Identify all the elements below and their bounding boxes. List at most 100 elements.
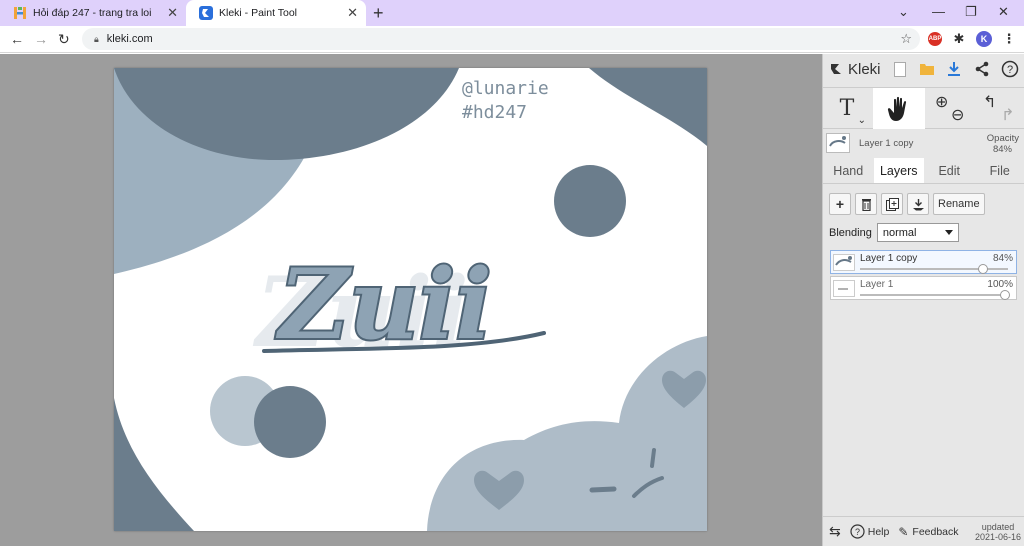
kleki-logo-icon xyxy=(831,64,841,74)
layer-opacity-slider-handle[interactable] xyxy=(977,264,988,274)
sidebar-tabs: Hand Layers Edit File xyxy=(823,158,1024,184)
merge-down-button[interactable] xyxy=(907,193,929,215)
url-text: kleki.com xyxy=(106,33,153,45)
new-tab-icon[interactable]: + xyxy=(373,3,384,24)
zoom-buttons: ⊕ ⊖ xyxy=(927,88,973,128)
kleki-favicon-icon xyxy=(199,6,213,20)
updated-date: 2021-06-16 xyxy=(974,531,1021,542)
undo-redo-buttons: ↰ ↱ xyxy=(975,88,1023,128)
logo-text: Kleki xyxy=(848,60,881,78)
duplicate-layer-button[interactable] xyxy=(881,193,903,215)
close-icon[interactable]: ✕ xyxy=(167,6,178,19)
chevron-down-icon[interactable]: ⌄ xyxy=(898,4,909,20)
undo-icon[interactable]: ↰ xyxy=(983,92,996,112)
help-label: Help xyxy=(867,525,890,538)
drawing-canvas[interactable]: @lunarie #hd247 Zuii Zuii xyxy=(114,68,707,531)
layer-opacity: 100% xyxy=(987,279,1013,290)
chevron-down-icon: ⌄ xyxy=(857,115,866,126)
hoidap-favicon-icon xyxy=(13,6,27,20)
layer-buttons: + Rename xyxy=(829,193,985,215)
bookmark-star-icon[interactable]: ☆ xyxy=(900,31,912,47)
browser-tab-hoidap[interactable]: Hỏi đáp 247 - trang tra loi ✕ xyxy=(0,0,186,26)
opacity-value: 84% xyxy=(992,144,1012,155)
layer-item-layer-1-copy[interactable]: Layer 1 copy 84% xyxy=(830,250,1017,274)
tool-row: T ⌄ ⊕ ⊖ ↰ ↱ xyxy=(823,87,1024,129)
help-icon[interactable]: ? xyxy=(1000,59,1020,79)
kleki-sidebar: Kleki ? T ⌄ ⊕ ⊖ ↰ ↱ Layer 1 copy Opacity… xyxy=(822,54,1024,546)
opacity-label: Opacity xyxy=(986,133,1019,144)
layer-opacity-slider[interactable] xyxy=(860,294,1008,296)
text-tool-button[interactable]: T ⌄ xyxy=(823,88,871,128)
browser-tab-title: Kleki - Paint Tool xyxy=(219,7,298,19)
browser-menu-icon[interactable]: ⋮ xyxy=(1002,31,1016,46)
layer-item-layer-1[interactable]: Layer 1 100% xyxy=(830,276,1017,300)
cloud-bottom-right xyxy=(427,336,707,531)
adblock-icon[interactable]: ABP xyxy=(928,32,942,46)
kleki-logo[interactable]: Kleki xyxy=(828,60,881,78)
layer-name: Layer 1 copy xyxy=(860,253,918,264)
blending-label: Blending xyxy=(829,226,872,239)
share-icon[interactable] xyxy=(972,59,992,79)
watermark-tag: #hd247 xyxy=(462,102,527,123)
new-image-icon[interactable] xyxy=(890,59,910,79)
svg-text:?: ? xyxy=(1007,64,1013,76)
text-tool-icon: T xyxy=(839,95,855,121)
redo-icon[interactable]: ↱ xyxy=(1001,105,1014,125)
reload-icon[interactable]: ↻ xyxy=(58,31,70,48)
feedback-pencil-icon: ✎ xyxy=(898,524,909,539)
tab-hand[interactable]: Hand xyxy=(823,158,874,183)
close-icon[interactable]: ✕ xyxy=(347,6,358,19)
open-folder-icon[interactable] xyxy=(917,59,937,79)
browser-tab-title: Hỏi đáp 247 - trang tra loi xyxy=(33,7,152,19)
layer-opacity-slider-handle[interactable] xyxy=(1000,290,1010,300)
blending-select[interactable]: normal xyxy=(876,223,959,242)
watermark-handle: @lunarie xyxy=(462,78,549,99)
help-link[interactable]: ? Help xyxy=(850,524,890,539)
svg-text:?: ? xyxy=(855,527,860,537)
face-dash xyxy=(589,486,617,493)
feedback-link[interactable]: ✎ Feedback xyxy=(898,525,958,539)
hand-tool-button[interactable] xyxy=(873,88,925,129)
blending-value: normal xyxy=(882,226,917,239)
address-bar: ← → ↻ 🔒︎ kleki.com ☆ ABP ✱ K ⋮ xyxy=(0,26,1024,53)
zoom-in-icon[interactable]: ⊕ xyxy=(935,92,948,112)
minimize-icon[interactable]: — xyxy=(932,4,945,19)
forward-icon[interactable]: → xyxy=(34,31,48,47)
lock-icon: 🔒︎ xyxy=(94,33,99,44)
sidebar-top-bar: Kleki ? xyxy=(823,54,1024,84)
layer-thumbnail xyxy=(833,254,855,271)
dark-wedge-bottom-left xyxy=(114,398,194,531)
updated-info: updated 2021-06-16 xyxy=(975,522,1021,542)
browser-tab-bar: Hỏi đáp 247 - trang tra loi ✕ Kleki - Pa… xyxy=(0,0,1024,26)
current-layer-name: Layer 1 copy xyxy=(859,138,914,149)
feedback-label: Feedback xyxy=(912,525,959,538)
save-download-icon[interactable] xyxy=(944,59,964,79)
zoom-out-icon[interactable]: ⊖ xyxy=(951,105,964,125)
extensions-puzzle-icon[interactable]: ✱ xyxy=(952,31,966,46)
delete-layer-button[interactable] xyxy=(855,193,877,215)
swap-sides-icon[interactable]: ⇆ xyxy=(829,523,841,540)
layer-name: Layer 1 xyxy=(860,279,894,290)
blending-row: Blending normal xyxy=(829,223,959,242)
dark-circle-right xyxy=(554,165,626,237)
profile-avatar[interactable]: K xyxy=(976,31,992,47)
rename-layer-button[interactable]: Rename xyxy=(933,193,985,215)
updated-label: updated xyxy=(981,521,1015,532)
dark-circle-bottom-left xyxy=(254,386,326,458)
canvas-workspace[interactable]: @lunarie #hd247 Zuii Zuii xyxy=(0,54,822,546)
duplicate-icon xyxy=(885,197,899,211)
current-layer-info: Layer 1 copy Opacity 84% xyxy=(823,130,1024,158)
browser-tab-kleki[interactable]: Kleki - Paint Tool ✕ xyxy=(186,0,366,26)
hand-icon xyxy=(887,96,907,121)
plus-icon: + xyxy=(835,196,845,212)
back-icon[interactable]: ← xyxy=(10,31,24,47)
tab-layers[interactable]: Layers xyxy=(873,158,924,183)
url-field[interactable]: 🔒︎ kleki.com ☆ xyxy=(82,28,920,50)
tab-edit[interactable]: Edit xyxy=(924,158,975,183)
restore-icon[interactable]: ❐ xyxy=(965,4,977,20)
tab-file[interactable]: File xyxy=(975,158,1024,183)
add-layer-button[interactable]: + xyxy=(829,193,851,215)
layer-opacity: 84% xyxy=(992,253,1013,264)
merge-down-icon xyxy=(912,198,924,210)
window-close-icon[interactable]: ✕ xyxy=(998,4,1009,20)
